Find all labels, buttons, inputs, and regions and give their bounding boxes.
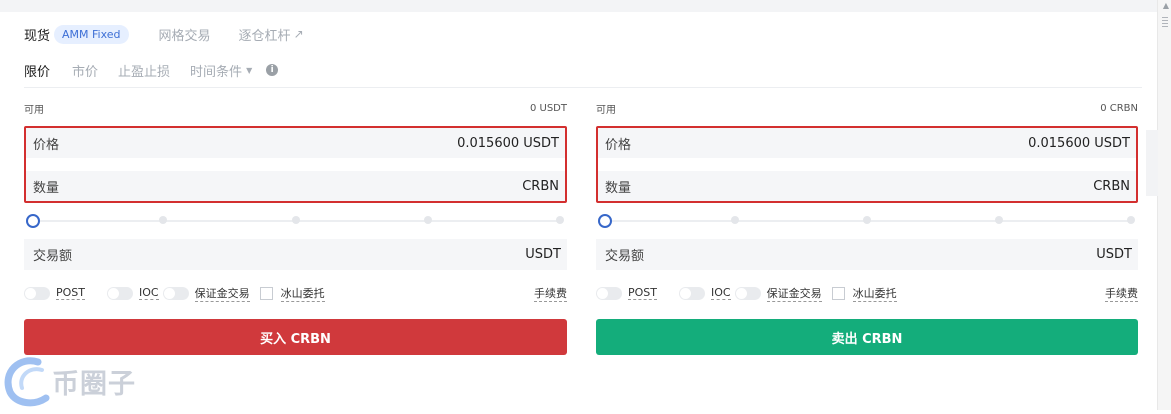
sell-ioc-label: IOC bbox=[711, 286, 731, 300]
buy-order-options: POST IOC 保证金交易 冰山委托 手续费 bbox=[24, 283, 567, 303]
trade-mode-tabs: 现货 AMM Fixed 网格交易 逐仓杠杆 ↗ bbox=[24, 22, 332, 46]
slider-step-25[interactable] bbox=[159, 216, 167, 224]
buy-post-label: POST bbox=[56, 286, 85, 300]
sell-ioc-toggle[interactable] bbox=[679, 286, 705, 300]
sell-iceberg-checkbox[interactable] bbox=[831, 286, 845, 300]
tab-grid-trading[interactable]: 网格交易 bbox=[159, 25, 211, 44]
external-arrow-icon: ↗ bbox=[293, 27, 304, 41]
buy-post-toggle[interactable] bbox=[24, 286, 50, 300]
sell-quantity-input[interactable]: 数量 CRBN bbox=[598, 171, 1136, 201]
tab-time-condition[interactable]: 时间条件 ▼ bbox=[190, 61, 252, 80]
buy-available: 可用 0 USDT bbox=[24, 98, 567, 118]
buy-fee-link[interactable]: 手续费 bbox=[534, 285, 567, 302]
sell-available-value: 0 CRBN bbox=[1100, 102, 1138, 114]
sell-button[interactable]: 卖出 CRBN bbox=[596, 319, 1138, 355]
buy-amount-label: 交易额 bbox=[33, 249, 73, 264]
sell-post-toggle[interactable] bbox=[596, 286, 622, 300]
buy-ioc-toggle[interactable] bbox=[107, 286, 133, 300]
sell-price-input[interactable]: 价格 0.015600 USDT bbox=[598, 128, 1136, 158]
watermark: 币圈子 bbox=[0, 352, 160, 410]
side-panel-edge bbox=[1146, 130, 1158, 196]
buy-quantity-unit: CRBN bbox=[522, 178, 559, 194]
slider-step-50[interactable] bbox=[863, 216, 871, 224]
sell-price-label: 价格 bbox=[605, 137, 632, 153]
tab-isolated-margin-label: 逐仓杠杆 bbox=[238, 28, 291, 44]
tab-limit[interactable]: 限价 bbox=[24, 61, 50, 80]
sell-amount-input[interactable]: 交易额 USDT bbox=[596, 239, 1138, 270]
tab-isolated-margin[interactable]: 逐仓杠杆 ↗ bbox=[239, 25, 304, 44]
time-condition-label: 时间条件 bbox=[190, 64, 243, 80]
buy-iceberg-label: 冰山委托 bbox=[280, 286, 325, 302]
buy-ioc-label: IOC bbox=[139, 286, 159, 300]
top-band bbox=[0, 0, 1158, 12]
buy-price-input[interactable]: 价格 0.015600 USDT bbox=[26, 128, 565, 158]
tab-tpsl[interactable]: 止盈止损 bbox=[118, 61, 170, 80]
scroll-up-arrow-icon[interactable]: ▲ bbox=[1163, 1, 1169, 10]
order-type-tabs: 限价 市价 止盈止损 时间条件 ▼ i bbox=[24, 60, 279, 80]
caret-down-icon: ▼ bbox=[246, 65, 253, 75]
divider bbox=[24, 87, 1142, 88]
slider-handle[interactable] bbox=[598, 214, 612, 228]
slider-step-100[interactable] bbox=[1127, 216, 1135, 224]
slider-step-100[interactable] bbox=[556, 216, 564, 224]
buy-iceberg-checkbox[interactable] bbox=[259, 286, 273, 300]
buy-margin-toggle[interactable] bbox=[162, 286, 189, 300]
scrollbar[interactable]: ▲ bbox=[1157, 0, 1171, 410]
buy-amount-slider[interactable] bbox=[24, 213, 567, 229]
sell-quantity-unit: CRBN bbox=[1093, 178, 1130, 194]
buy-amount-unit: USDT bbox=[525, 247, 561, 262]
sell-panel: 可用 0 CRBN 价格 0.015600 USDT 数量 CRBN 交易额 U… bbox=[596, 98, 1138, 355]
buy-price-value: 0.015600 USDT bbox=[457, 135, 559, 151]
sell-available-label: 可用 bbox=[596, 104, 616, 116]
sell-iceberg-label: 冰山委托 bbox=[852, 286, 897, 302]
sell-amount-slider[interactable] bbox=[596, 213, 1138, 229]
sell-amount-label: 交易额 bbox=[605, 249, 645, 264]
tab-market[interactable]: 市价 bbox=[72, 61, 98, 80]
slider-handle[interactable] bbox=[26, 214, 40, 228]
amm-fixed-badge: AMM Fixed bbox=[54, 24, 129, 44]
sell-available: 可用 0 CRBN bbox=[596, 98, 1138, 118]
buy-quantity-input[interactable]: 数量 CRBN bbox=[26, 171, 565, 201]
sell-post-label: POST bbox=[628, 286, 657, 300]
buy-quantity-label: 数量 bbox=[33, 180, 60, 196]
slider-step-75[interactable] bbox=[995, 216, 1003, 224]
slider-step-25[interactable] bbox=[731, 216, 739, 224]
buy-price-label: 价格 bbox=[33, 137, 60, 153]
sell-quantity-label: 数量 bbox=[605, 180, 632, 196]
slider-step-50[interactable] bbox=[292, 216, 300, 224]
scroll-grip-icon[interactable] bbox=[1162, 17, 1168, 27]
watermark-logo-icon bbox=[4, 357, 50, 407]
buy-available-label: 可用 bbox=[24, 104, 44, 116]
buy-highlight-box: 价格 0.015600 USDT 数量 CRBN bbox=[24, 126, 567, 203]
info-icon[interactable]: i bbox=[266, 64, 279, 76]
sell-margin-label: 保证金交易 bbox=[766, 286, 822, 302]
sell-order-options: POST IOC 保证金交易 冰山委托 手续费 bbox=[596, 283, 1138, 303]
buy-button[interactable]: 买入 CRBN bbox=[24, 319, 567, 355]
tab-spot[interactable]: 现货 bbox=[24, 25, 50, 44]
sell-price-value: 0.015600 USDT bbox=[1028, 135, 1130, 151]
buy-amount-input[interactable]: 交易额 USDT bbox=[24, 239, 567, 270]
buy-available-value: 0 USDT bbox=[529, 102, 567, 114]
slider-step-75[interactable] bbox=[424, 216, 432, 224]
buy-panel: 可用 0 USDT 价格 0.015600 USDT 数量 CRBN 交易额 U… bbox=[24, 98, 567, 355]
sell-fee-link[interactable]: 手续费 bbox=[1105, 285, 1138, 302]
sell-highlight-box: 价格 0.015600 USDT 数量 CRBN bbox=[596, 126, 1138, 203]
sell-amount-unit: USDT bbox=[1096, 247, 1132, 262]
sell-margin-toggle[interactable] bbox=[734, 286, 761, 300]
buy-margin-label: 保证金交易 bbox=[194, 286, 250, 302]
watermark-text: 币圈子 bbox=[52, 369, 136, 400]
